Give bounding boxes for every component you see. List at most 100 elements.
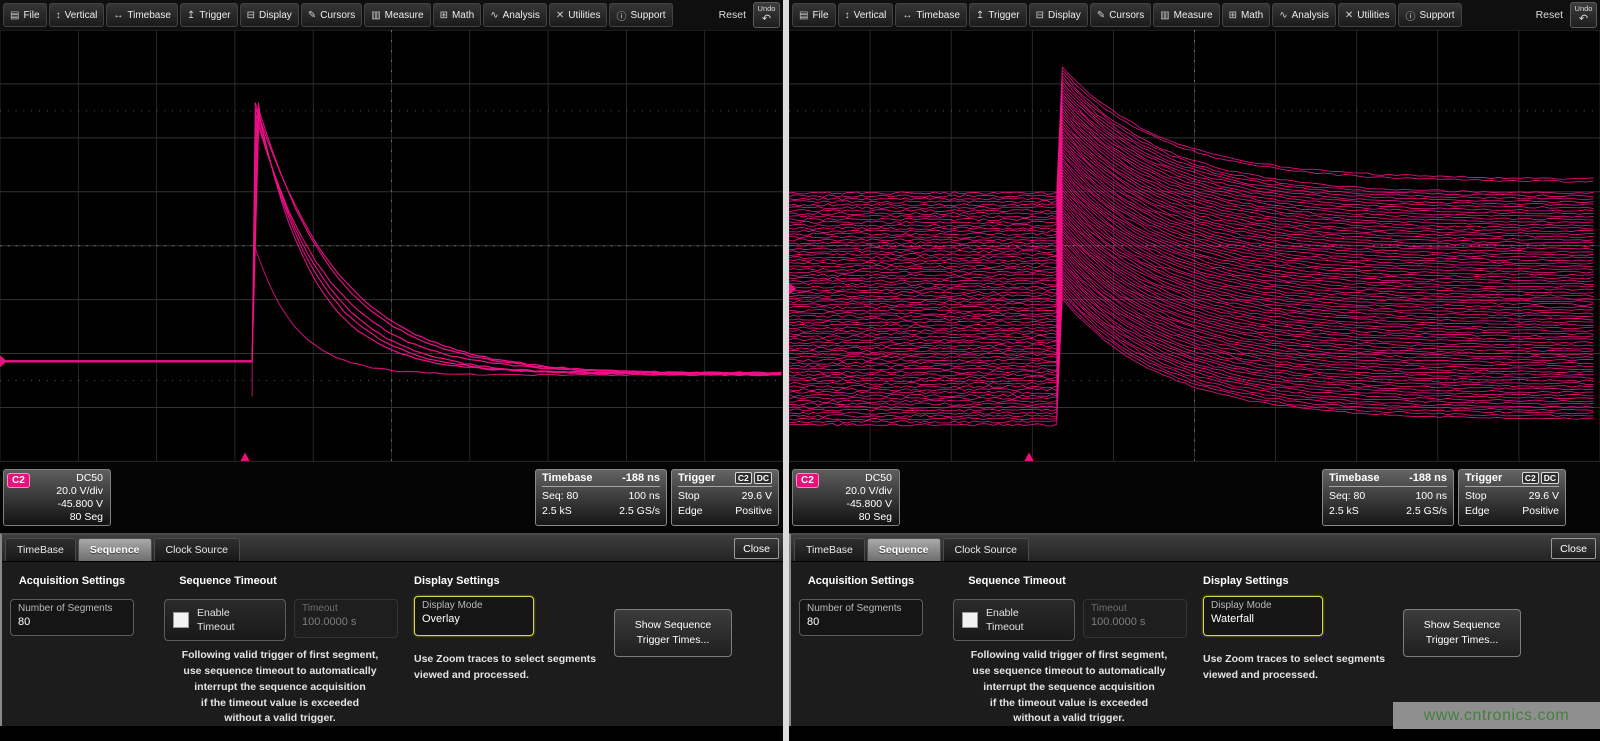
close-button[interactable]: Close [734, 538, 779, 559]
menu-label: Analysis [1292, 10, 1329, 21]
menu-support-button[interactable]: ⓘSupport [609, 3, 672, 27]
analysis-icon: ∿ [490, 10, 498, 21]
menu-file-button[interactable]: ▤File [3, 3, 47, 27]
menu-label: Display [259, 10, 292, 21]
menu-analysis-button[interactable]: ∿Analysis [483, 3, 547, 27]
menu-timebase-button[interactable]: ↔ Timebase [895, 3, 967, 27]
display-settings-title: Display Settings [414, 575, 534, 587]
trigger-slope: Positive [1522, 505, 1559, 517]
timebase-icon: ↔ [902, 10, 912, 21]
waveform-grid-overlay[interactable] [0, 30, 783, 462]
trigger-icon: ↥ [976, 10, 984, 21]
sequence-tab-body: Acquisition Settings Number of Segments … [791, 562, 1600, 724]
display-mode-select[interactable]: Display Mode Overlay [414, 596, 534, 636]
timeout-field[interactable]: Timeout 100.0000 s [294, 599, 398, 638]
timeout-field[interactable]: Timeout 100.0000 s [1083, 599, 1187, 638]
menu-support-button[interactable]: ⓘSupport [1398, 3, 1461, 27]
support-icon: ⓘ [1405, 8, 1415, 23]
menu-math-button[interactable]: ⊞Math [433, 3, 482, 27]
undo-button[interactable]: Undo ↶ [1570, 2, 1597, 28]
timebase-seq: Seq: 80 [542, 490, 578, 502]
menu-vertical-button[interactable]: ↕Vertical [838, 3, 894, 27]
menu-display-button[interactable]: ⊟Display [240, 3, 299, 27]
show-sequence-trigger-times-button[interactable]: Show Sequence Trigger Times... [614, 609, 732, 657]
timebase-record: 2.5 kS [542, 505, 572, 517]
channel-descriptor-c2[interactable]: C2 DC50 20.0 V/div -45.800 V 80 Seg [3, 469, 111, 526]
menu-math-button[interactable]: ⊞Math [1222, 3, 1271, 27]
channel-segments: 80 Seg [32, 511, 103, 524]
tab-clock-source[interactable]: Clock Source [943, 538, 1029, 561]
display-settings-title: Display Settings [1203, 575, 1323, 587]
timebase-per-div: 100 ns [628, 490, 660, 502]
measure-icon: ▥ [1160, 10, 1169, 21]
trigger-slope: Positive [735, 505, 772, 517]
menu-cursors-button[interactable]: ✎Cursors [1090, 3, 1151, 27]
timebase-descriptor[interactable]: Timebase -188 ns Seq: 80 100 ns 2.5 kS 2… [535, 469, 667, 526]
menu-label: Timebase [916, 10, 960, 21]
waveform-svg-overlay[interactable] [0, 30, 783, 461]
menu-display-button[interactable]: ⊟Display [1029, 3, 1088, 27]
waveform-grid-waterfall[interactable] [789, 30, 1600, 462]
reset-button[interactable]: Reset [1536, 9, 1563, 21]
trigger-icon: ↥ [187, 10, 195, 21]
menu-label: Support [630, 10, 665, 21]
tab-sequence[interactable]: Sequence [867, 538, 941, 561]
vertical-icon: ↕ [845, 10, 850, 21]
dialog-tab-bar: TimeBaseSequenceClock Source Close [791, 535, 1600, 562]
enable-timeout-checkbox[interactable]: Enable Timeout [953, 599, 1075, 641]
checkbox-square[interactable] [962, 612, 978, 628]
menu-utilities-button[interactable]: ✕Utilities [549, 3, 608, 27]
trigger-position-marker[interactable] [240, 452, 249, 461]
undo-button[interactable]: Undo ↶ [753, 2, 780, 28]
channel-scale: 20.0 V/div [821, 485, 892, 498]
menu-label: Utilities [568, 10, 600, 21]
tab-clock-source[interactable]: Clock Source [154, 538, 240, 561]
menu-analysis-button[interactable]: ∿Analysis [1272, 3, 1336, 27]
waveform-svg-waterfall[interactable] [789, 30, 1600, 461]
timebase-delay: -188 ns [1409, 472, 1447, 484]
menu-measure-button[interactable]: ▥Measure [1153, 3, 1219, 27]
menu-utilities-button[interactable]: ✕Utilities [1338, 3, 1397, 27]
menu-trigger-button[interactable]: ↥Trigger [969, 3, 1027, 27]
menu-file-button[interactable]: ▤File [792, 3, 836, 27]
trigger-title: Trigger [678, 472, 715, 484]
channel-descriptor-c2[interactable]: C2 DC50 20.0 V/div -45.800 V 80 Seg [792, 469, 900, 526]
checkbox-square[interactable] [173, 612, 189, 628]
trigger-source-channel: C2 [735, 472, 752, 484]
menu-timebase-button[interactable]: ↔Timebase [106, 3, 178, 27]
menu-label: Timebase [127, 10, 171, 21]
sequence-tab-body: Acquisition Settings Number of Segments … [2, 562, 783, 724]
channel-offset-marker[interactable] [0, 355, 7, 367]
zoom-traces-hint: Use Zoom traces to select segments viewe… [1203, 652, 1388, 684]
tab-timebase[interactable]: TimeBase [5, 538, 76, 561]
trigger-source: C2 DC [735, 472, 772, 484]
enable-timeout-checkbox[interactable]: Enable Timeout [164, 599, 286, 641]
trigger-descriptor[interactable]: Trigger C2 DC Stop 29.6 V Edge Positive [1458, 469, 1566, 526]
number-of-segments-field[interactable]: Number of Segments 80 [799, 599, 923, 636]
display-mode-select[interactable]: Display Mode Waterfall [1203, 596, 1323, 636]
dialog-tab-bar: TimeBaseSequenceClock Source Close [2, 535, 783, 562]
timeout-description: Following valid trigger of first segment… [154, 648, 406, 727]
scope-panel-overlay: ▤File↕Vertical↔Timebase↥Trigger⊟Display✎… [0, 0, 783, 741]
menu-label: Cursors [320, 10, 355, 21]
timebase-per-div: 100 ns [1415, 490, 1447, 502]
menu-vertical-button[interactable]: ↕Vertical [49, 3, 105, 27]
menu-buttons: ▤File↕Vertical↔Timebase↥Trigger⊟Display✎… [3, 3, 673, 27]
trigger-source-channel: C2 [1522, 472, 1539, 484]
timebase-descriptor[interactable]: Timebase -188 ns Seq: 80 100 ns 2.5 kS 2… [1322, 469, 1454, 526]
close-button[interactable]: Close [1551, 538, 1596, 559]
scope-panel-waterfall: ▤File↕Vertical ↔ Timebase ↥Trigger⊟Display✎… [789, 0, 1600, 741]
menu-label: Measure [385, 10, 424, 21]
tab-sequence[interactable]: Sequence [78, 538, 152, 561]
timebase-record: 2.5 kS [1329, 505, 1359, 517]
menu-cursors-button[interactable]: ✎Cursors [301, 3, 362, 27]
show-sequence-trigger-times-button[interactable]: Show Sequence Trigger Times... [1403, 609, 1521, 657]
reset-button[interactable]: Reset [719, 9, 746, 21]
number-of-segments-field[interactable]: Number of Segments 80 [10, 599, 134, 636]
tab-timebase[interactable]: TimeBase [794, 538, 865, 561]
menu-measure-button[interactable]: ▥Measure [364, 3, 430, 27]
channel-badge: C2 [7, 473, 30, 488]
menu-trigger-button[interactable]: ↥Trigger [180, 3, 238, 27]
trigger-source-coupling: DC [754, 472, 772, 484]
trigger-descriptor[interactable]: Trigger C2 DC Stop 29.6 V Edge Positive [671, 469, 779, 526]
